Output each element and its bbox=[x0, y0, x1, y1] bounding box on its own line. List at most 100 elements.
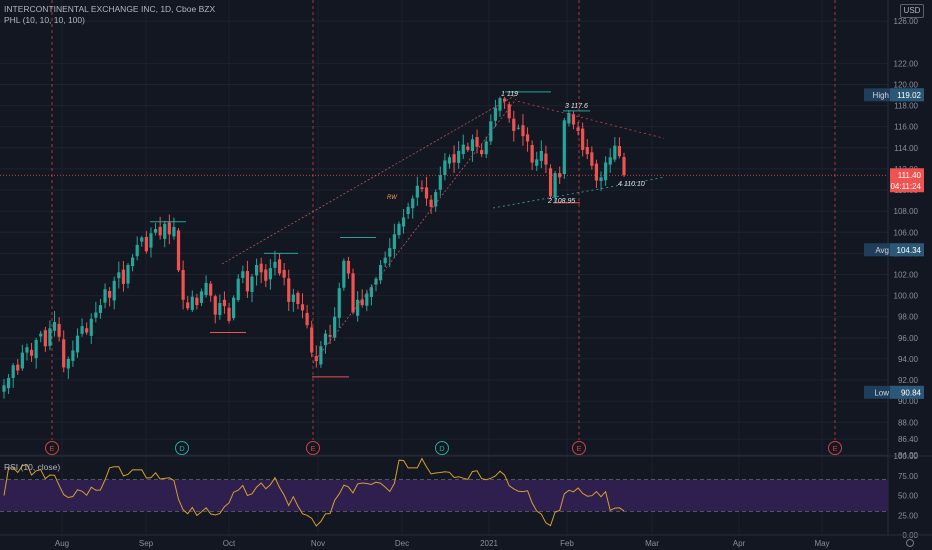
currency-button[interactable]: USD bbox=[900, 4, 924, 18]
candle-body bbox=[158, 226, 162, 236]
price-tick-label: 108.00 bbox=[894, 207, 919, 216]
candle-body bbox=[103, 289, 107, 303]
candle-body bbox=[356, 299, 360, 316]
candle-body bbox=[411, 198, 415, 209]
candle-body bbox=[75, 335, 80, 353]
candle-body bbox=[493, 107, 498, 121]
candle-body bbox=[516, 127, 520, 129]
candle-body bbox=[121, 269, 126, 284]
candle-body bbox=[571, 114, 576, 125]
candle-body bbox=[424, 187, 429, 199]
candle-body bbox=[222, 299, 227, 307]
rsi-tick-label: 50.00 bbox=[898, 492, 919, 501]
candle-body bbox=[484, 141, 488, 155]
annotation-1: 1 119 bbox=[501, 91, 518, 98]
candle-body bbox=[34, 339, 38, 359]
price-tick-label: 92.00 bbox=[898, 376, 919, 385]
price-marker-value: 90.84 bbox=[901, 388, 922, 397]
time-tick-label: Apr bbox=[733, 539, 746, 548]
candle-body bbox=[172, 226, 176, 237]
candle-body bbox=[144, 236, 148, 252]
candle-body bbox=[250, 276, 254, 292]
candle-body bbox=[291, 294, 295, 302]
candle-body bbox=[457, 150, 461, 163]
candle-body bbox=[241, 271, 245, 278]
price-tick-label: 88.00 bbox=[898, 418, 919, 427]
candle-body bbox=[346, 260, 351, 274]
candle-body bbox=[521, 125, 525, 137]
annotation-4: 4 110.10 bbox=[618, 181, 645, 188]
time-tick-label: Feb bbox=[560, 539, 574, 548]
candle-body bbox=[512, 118, 516, 131]
candle-body bbox=[622, 156, 626, 176]
candle-body bbox=[360, 299, 364, 306]
candle-body bbox=[452, 154, 456, 163]
candle-body bbox=[480, 150, 484, 155]
candle-body bbox=[167, 222, 171, 235]
candle-body bbox=[140, 237, 144, 242]
candle-body bbox=[273, 261, 277, 268]
candle-body bbox=[590, 152, 594, 166]
candle-body bbox=[604, 162, 608, 181]
price-marker-label: High bbox=[873, 91, 889, 100]
candle-body bbox=[475, 137, 479, 147]
candle-body bbox=[378, 264, 383, 281]
candle-body bbox=[29, 349, 34, 356]
candle-body bbox=[135, 244, 139, 257]
event-marker-label: E bbox=[310, 444, 315, 453]
candle-body bbox=[57, 323, 61, 337]
price-chart[interactable]: 1 119 3 117.6 2 108.95 4 110.10 RW E D E D E E 126.… bbox=[0, 0, 932, 550]
candle-body bbox=[323, 333, 328, 346]
resistance-line bbox=[517, 100, 665, 139]
candle-body bbox=[305, 312, 309, 326]
rsi-tick-label: 100.00 bbox=[894, 452, 919, 461]
trend-line-lower bbox=[312, 98, 517, 364]
candle-body bbox=[429, 199, 433, 207]
candle-body bbox=[126, 264, 130, 284]
candle-body bbox=[94, 312, 98, 318]
price-tick-label: 86.40 bbox=[898, 435, 919, 444]
candle-body bbox=[181, 269, 185, 300]
candle-body bbox=[544, 153, 548, 165]
candle-body bbox=[236, 278, 240, 301]
price-tick-label: 94.00 bbox=[898, 355, 919, 364]
symbol-title: INTERCONTINENTAL EXCHANGE INC, 1D, Cboe … bbox=[4, 4, 216, 14]
time-tick-label: 2021 bbox=[480, 539, 498, 548]
price-marker-label: Low bbox=[874, 388, 889, 397]
candle-body bbox=[11, 365, 15, 378]
time-tick-label: May bbox=[814, 539, 829, 548]
candle-body bbox=[617, 146, 622, 157]
price-tick-label: 100.00 bbox=[894, 292, 919, 301]
time-tick-label: Mar bbox=[645, 539, 659, 548]
time-tick-label: Aug bbox=[55, 539, 69, 548]
candle-body bbox=[163, 223, 167, 239]
candle-body bbox=[245, 271, 250, 292]
rsi-band bbox=[0, 479, 888, 512]
candle-body bbox=[333, 316, 337, 338]
price-tick-label: 98.00 bbox=[898, 313, 919, 322]
candle-body bbox=[401, 217, 406, 227]
candle-body bbox=[190, 296, 194, 310]
candle-body bbox=[328, 335, 332, 337]
price-tick-label: 96.00 bbox=[898, 334, 919, 343]
price-tick-label: 116.00 bbox=[894, 123, 918, 132]
candle-body bbox=[62, 339, 66, 368]
candle-body bbox=[567, 112, 571, 124]
candle-body bbox=[388, 248, 392, 257]
candle-body bbox=[525, 134, 530, 142]
candle-body bbox=[599, 177, 603, 182]
candle-body bbox=[204, 282, 208, 296]
candle-body bbox=[153, 229, 158, 233]
candle-body bbox=[548, 168, 553, 197]
candle-body bbox=[43, 330, 47, 347]
candle-body bbox=[420, 187, 424, 189]
event-marker-label: D bbox=[179, 444, 185, 453]
candle-body bbox=[392, 234, 396, 249]
candle-body bbox=[264, 269, 268, 281]
candle-body bbox=[277, 259, 282, 274]
candle-body bbox=[613, 145, 617, 160]
candle-body bbox=[342, 260, 346, 288]
time-tick-label: Dec bbox=[395, 539, 409, 548]
candle-body bbox=[581, 128, 585, 150]
annotation-rw: RW bbox=[387, 195, 398, 201]
